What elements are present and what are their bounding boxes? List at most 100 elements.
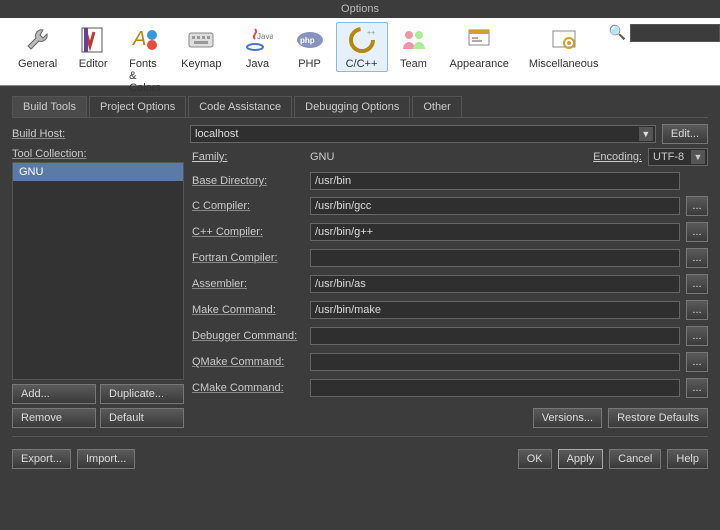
category-team[interactable]: Team <box>388 22 440 72</box>
field-row: Debugger Command:... <box>192 326 708 346</box>
edit-host-button[interactable]: Edit... <box>662 124 708 144</box>
field-row: Fortran Compiler:... <box>192 248 708 268</box>
restore-defaults-button[interactable]: Restore Defaults <box>608 408 708 428</box>
team-icon <box>398 24 430 56</box>
build-host-value: localhost <box>195 128 238 140</box>
field-row: Assembler:... <box>192 274 708 294</box>
field-input[interactable] <box>310 301 680 319</box>
versions-button[interactable]: Versions... <box>533 408 602 428</box>
fonts-colors-icon: A <box>129 24 161 56</box>
svg-text:Java: Java <box>257 32 273 41</box>
svg-text:php: php <box>300 36 315 45</box>
category-miscellaneous[interactable]: Miscellaneous <box>519 22 609 72</box>
family-value: GNU <box>310 151 480 163</box>
field-row: C Compiler:... <box>192 196 708 216</box>
field-input[interactable] <box>310 275 680 293</box>
field-label: QMake Command: <box>192 356 304 368</box>
apply-button[interactable]: Apply <box>558 449 604 469</box>
category-keymap[interactable]: Keymap <box>171 22 231 72</box>
list-item[interactable]: GNU <box>13 163 183 181</box>
build-host-label: Build Host: <box>12 128 184 140</box>
default-collection-button[interactable]: Default <box>100 408 184 428</box>
cancel-button[interactable]: Cancel <box>609 449 661 469</box>
category-general[interactable]: General <box>8 22 67 72</box>
remove-collection-button[interactable]: Remove <box>12 408 96 428</box>
category-label: Keymap <box>181 58 221 70</box>
tool-collection-label: Tool Collection: <box>12 148 184 160</box>
browse-button[interactable]: ... <box>686 196 708 216</box>
browse-button[interactable]: ... <box>686 352 708 372</box>
svg-text:++: ++ <box>367 30 375 37</box>
category-ccpp[interactable]: ++ C/C++ <box>336 22 388 72</box>
category-php[interactable]: php PHP <box>284 22 336 72</box>
browse-button[interactable]: ... <box>686 326 708 346</box>
browse-button[interactable]: ... <box>686 300 708 320</box>
help-button[interactable]: Help <box>667 449 708 469</box>
tab-build-tools[interactable]: Build Tools <box>12 96 87 117</box>
export-button[interactable]: Export... <box>12 449 71 469</box>
category-label: Appearance <box>450 58 509 70</box>
browse-button[interactable]: ... <box>686 274 708 294</box>
field-row: Make Command:... <box>192 300 708 320</box>
svg-text:A: A <box>132 28 146 50</box>
browse-button[interactable]: ... <box>686 378 708 398</box>
tab-code-assistance[interactable]: Code Assistance <box>188 96 292 117</box>
search-input[interactable] <box>630 24 720 42</box>
field-row: QMake Command:... <box>192 352 708 372</box>
category-label: Editor <box>79 58 108 70</box>
category-label: Team <box>400 58 427 70</box>
encoding-combo[interactable]: UTF-8 ▼ <box>648 148 708 166</box>
field-label: CMake Command: <box>192 382 304 394</box>
window-title: Options <box>0 0 720 18</box>
field-label: Fortran Compiler: <box>192 252 304 264</box>
category-label: Java <box>246 58 269 70</box>
category-label: PHP <box>298 58 321 70</box>
build-host-combo[interactable]: localhost ▼ <box>190 125 656 143</box>
divider <box>12 436 708 437</box>
field-input[interactable] <box>310 249 680 267</box>
wrench-icon <box>22 24 54 56</box>
field-input[interactable] <box>310 327 680 345</box>
field-label: Assembler: <box>192 278 304 290</box>
php-icon: php <box>294 24 326 56</box>
family-label: Family: <box>192 151 310 163</box>
field-input[interactable] <box>310 172 680 190</box>
subtabs: Build Tools Project Options Code Assista… <box>12 96 708 118</box>
ok-button[interactable]: OK <box>518 449 552 469</box>
field-row: CMake Command:... <box>192 378 708 398</box>
import-button[interactable]: Import... <box>77 449 135 469</box>
field-row: C++ Compiler:... <box>192 222 708 242</box>
chevron-down-icon: ▼ <box>639 127 653 141</box>
field-label: Make Command: <box>192 304 304 316</box>
field-label: Debugger Command: <box>192 330 304 342</box>
field-input[interactable] <box>310 353 680 371</box>
field-input[interactable] <box>310 379 680 397</box>
ccpp-icon: ++ <box>346 24 378 56</box>
category-toolbar: General Editor A Fonts & Colors Keymap J… <box>0 18 720 86</box>
field-input[interactable] <box>310 197 680 215</box>
tab-project-options[interactable]: Project Options <box>89 96 186 117</box>
java-icon: Java <box>242 24 274 56</box>
duplicate-collection-button[interactable]: Duplicate... <box>100 384 184 404</box>
field-label: C Compiler: <box>192 200 304 212</box>
category-label: C/C++ <box>346 58 378 70</box>
category-appearance[interactable]: Appearance <box>440 22 519 72</box>
category-fonts-colors[interactable]: A Fonts & Colors <box>119 22 171 96</box>
search-wrap: 🔍 <box>609 22 720 42</box>
field-row: Base Directory: <box>192 172 708 190</box>
tab-debugging-options[interactable]: Debugging Options <box>294 96 410 117</box>
add-collection-button[interactable]: Add... <box>12 384 96 404</box>
appearance-icon <box>463 24 495 56</box>
browse-button[interactable]: ... <box>686 222 708 242</box>
field-input[interactable] <box>310 223 680 241</box>
tab-other[interactable]: Other <box>412 96 462 117</box>
chevron-down-icon: ▼ <box>691 150 705 164</box>
tool-collection-list[interactable]: GNU <box>12 162 184 380</box>
search-icon: 🔍 <box>609 24 626 41</box>
category-editor[interactable]: Editor <box>67 22 119 72</box>
misc-icon <box>548 24 580 56</box>
category-java[interactable]: Java Java <box>232 22 284 72</box>
browse-button[interactable]: ... <box>686 248 708 268</box>
encoding-value: UTF-8 <box>653 151 684 163</box>
field-label: C++ Compiler: <box>192 226 304 238</box>
